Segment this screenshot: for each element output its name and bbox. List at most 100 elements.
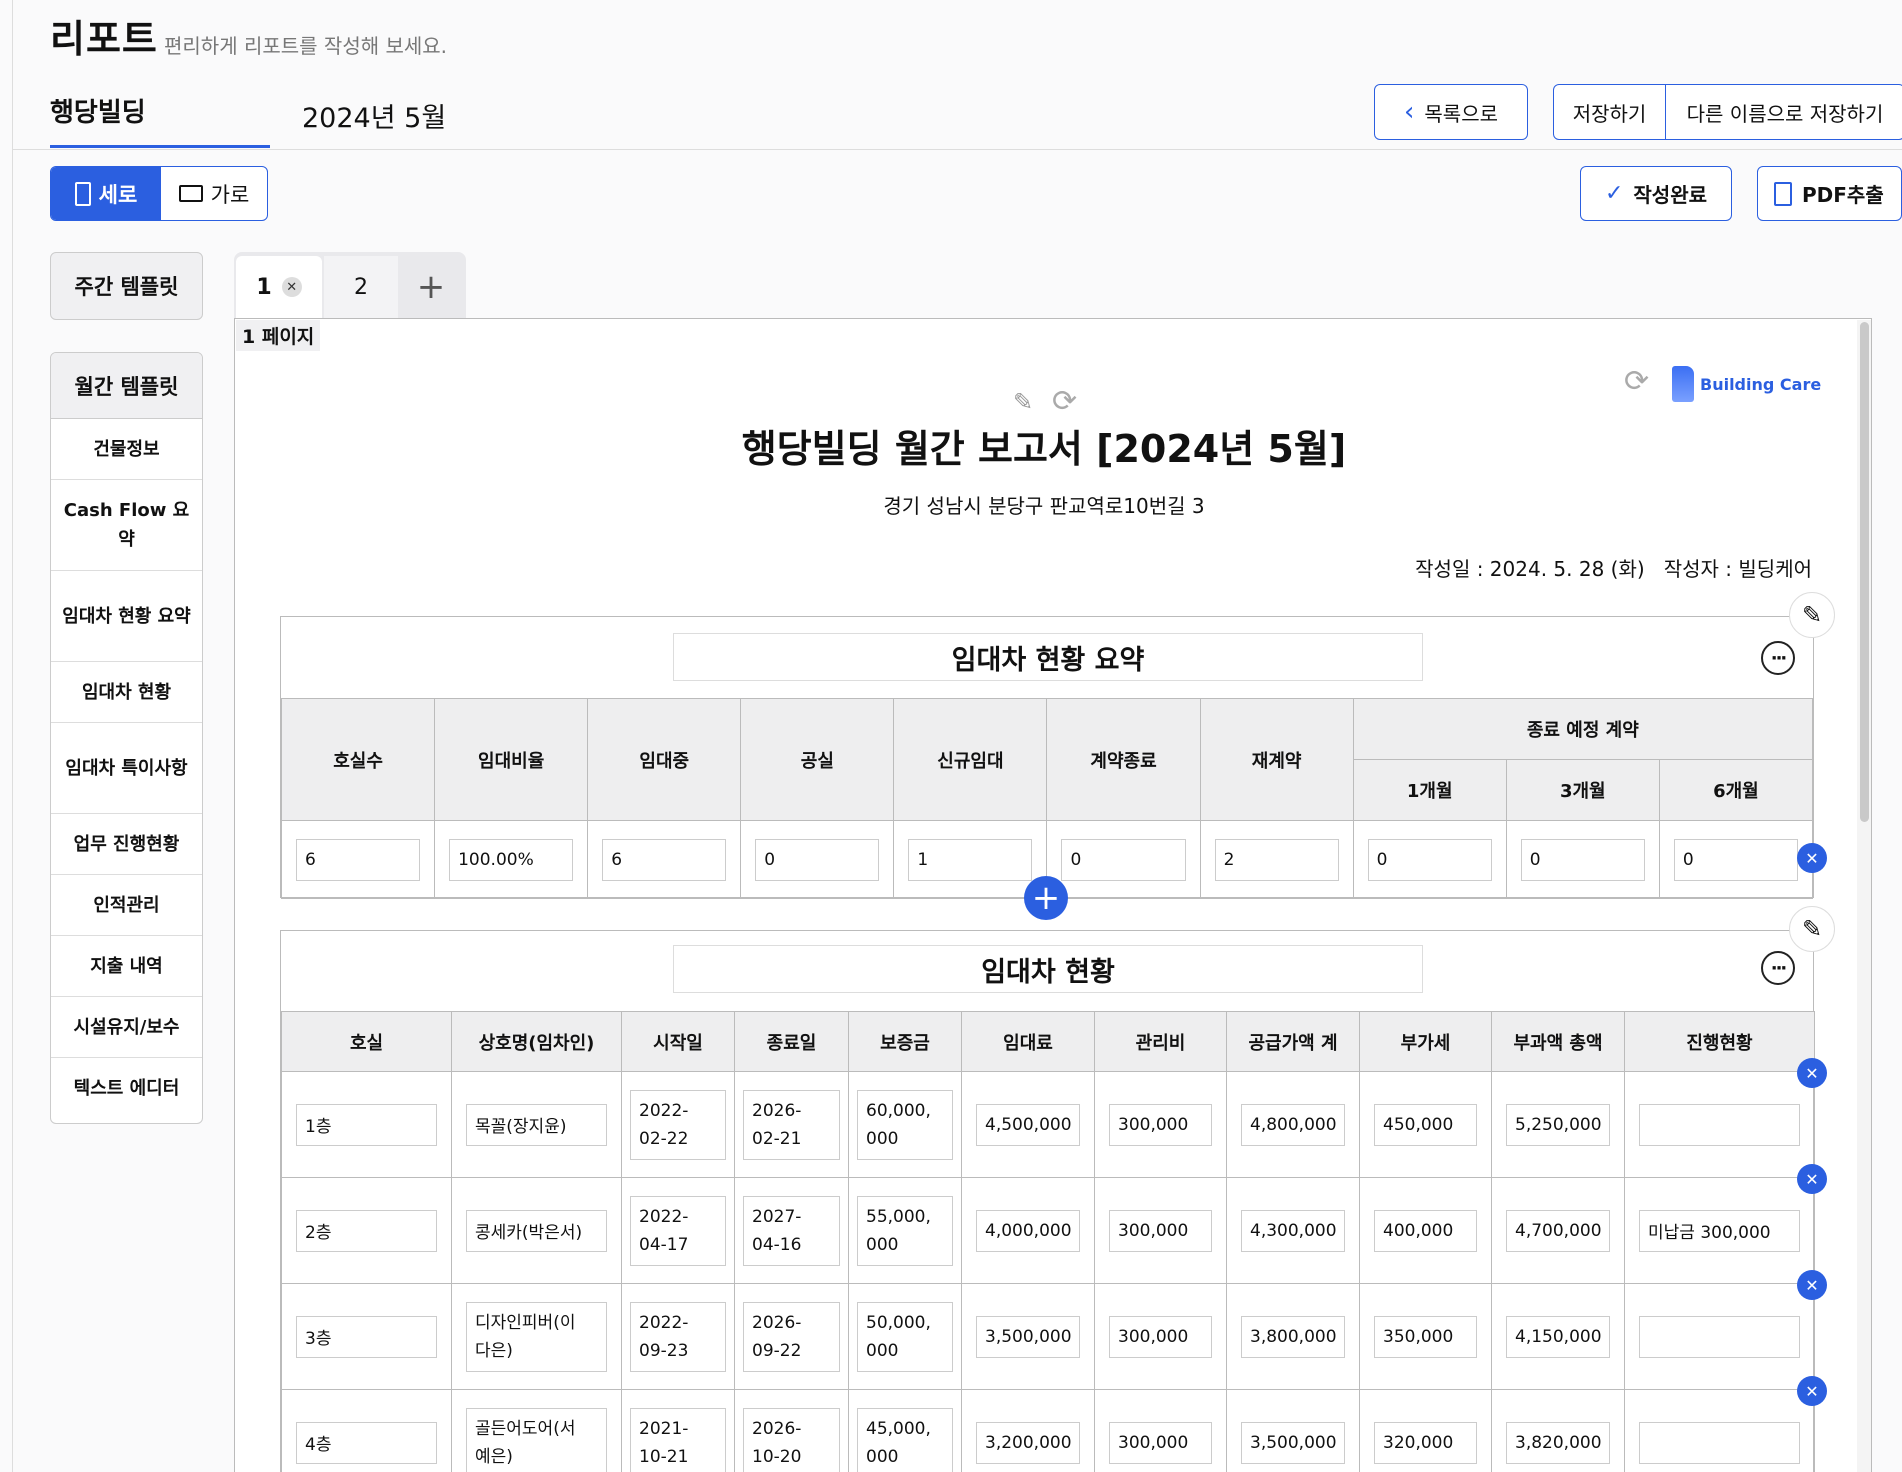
lease-cell-input[interactable]: 2021- 10-21 [630, 1407, 726, 1472]
save-button-group: 저장하기 다른 이름으로 저장하기 [1553, 84, 1902, 140]
remove-row-button[interactable]: ✕ [1797, 843, 1827, 873]
lease-cell-input[interactable]: 300,000 [1109, 1103, 1212, 1146]
lease-cell-input[interactable]: 400,000 [1374, 1209, 1477, 1252]
sidebar-item-work-progress[interactable]: 업무 진행현황 [51, 814, 202, 875]
pencil-icon[interactable]: ✎ [1013, 388, 1033, 416]
lease-cell-input[interactable]: 디자인피버(이 다은) [466, 1301, 607, 1372]
lease-cell-input[interactable]: 4,700,000 [1506, 1209, 1610, 1252]
building-name[interactable]: 행당빌딩 [50, 92, 146, 129]
pdf-export-button[interactable]: PDF추출 [1757, 166, 1902, 221]
lease-cell-input[interactable]: 2027- 04-16 [743, 1195, 840, 1266]
lease-cell-input[interactable]: 골든어도어(서 예은) [466, 1407, 607, 1472]
landscape-button[interactable]: 가로 [161, 167, 267, 220]
lease-cell-input[interactable]: 4,150,000 [1506, 1315, 1610, 1358]
remove-row-button[interactable]: ✕ [1797, 1270, 1827, 1300]
save-button[interactable]: 저장하기 [1554, 85, 1666, 139]
summary-cell-input[interactable]: 0 [755, 838, 880, 881]
sidebar-item-lease-notes[interactable]: 임대차 특이사항 [51, 723, 202, 814]
back-to-list-button[interactable]: ‹ 목록으로 [1374, 84, 1528, 140]
lease-cell-input[interactable]: 3,200,000 [976, 1421, 1080, 1464]
monthly-template-header[interactable]: 월간 템플릿 [51, 353, 202, 419]
lease-cell-input[interactable]: 3층 [296, 1315, 437, 1358]
lease-cell-input[interactable]: 목꼴(장지윤) [466, 1103, 607, 1146]
sidebar-item-maintenance[interactable]: 시설유지/보수 [51, 997, 202, 1058]
table-row: 4층 골든어도어(서 예은) 2021- 10-21 2026- 10-20 45,00… [281, 1389, 1815, 1472]
sidebar-item-lease-status[interactable]: 임대차 현황 [51, 662, 202, 723]
lease-cell-input[interactable]: 300,000 [1109, 1421, 1212, 1464]
lease-cell-input[interactable]: 3,500,000 [1241, 1421, 1345, 1464]
lease-cell-input[interactable] [1639, 1103, 1800, 1146]
lease-cell-input[interactable]: 350,000 [1374, 1315, 1477, 1358]
close-icon[interactable]: ✕ [281, 277, 302, 297]
sidebar-item-lease-summary[interactable]: 임대차 현황 요약 [51, 571, 202, 662]
summary-cell-input[interactable]: 1 [908, 838, 1033, 881]
lease-summary-title[interactable]: 임대차 현황 요약 [673, 633, 1423, 681]
lease-cell-input[interactable]: 3,820,000 [1506, 1421, 1610, 1464]
add-tab-button[interactable]: + [398, 256, 464, 318]
lease-cell-input[interactable]: 미납금 300,000 [1639, 1209, 1800, 1252]
remove-row-button[interactable]: ✕ [1797, 1058, 1827, 1088]
lease-cell-input[interactable]: 320,000 [1374, 1421, 1477, 1464]
complete-button[interactable]: ✓ 작성완료 [1580, 166, 1732, 221]
portrait-button[interactable]: 세로 [51, 167, 161, 220]
lease-cell-input[interactable]: 4,000,000 [976, 1209, 1080, 1252]
summary-cell-input[interactable]: 100.00% [449, 838, 574, 881]
lease-cell-input[interactable]: 1층 [296, 1103, 437, 1146]
remove-row-button[interactable]: ✕ [1797, 1164, 1827, 1194]
sidebar-item-expenses[interactable]: 지출 내역 [51, 936, 202, 997]
lease-cell-input[interactable] [1639, 1315, 1800, 1358]
lease-cell-input[interactable]: 2026- 09-22 [743, 1301, 840, 1372]
edit-section-button[interactable]: ✎ [1789, 906, 1835, 952]
summary-cell-input[interactable]: 6 [602, 838, 727, 881]
lease-status-title[interactable]: 임대차 현황 [673, 945, 1423, 993]
summary-cell-input[interactable]: 0 [1061, 838, 1186, 881]
remove-row-button[interactable]: ✕ [1797, 1376, 1827, 1406]
lease-cell-input[interactable]: 4층 [296, 1421, 437, 1464]
sidebar-item-personnel[interactable]: 인적관리 [51, 875, 202, 936]
summary-cell-input[interactable]: 6 [296, 838, 421, 881]
lease-cell-input[interactable]: 2022- 02-22 [630, 1089, 726, 1160]
lease-cell-input[interactable]: 2층 [296, 1209, 437, 1252]
summary-cell-input[interactable]: 2 [1214, 838, 1339, 881]
landscape-icon [178, 185, 203, 202]
weekly-template-button[interactable]: 주간 템플릿 [50, 252, 203, 320]
scrollbar-thumb[interactable] [1860, 322, 1869, 822]
lease-cell-input[interactable]: 2022- 09-23 [630, 1301, 726, 1372]
summary-cell-input[interactable]: 0 [1367, 838, 1492, 881]
lease-cell-input[interactable]: 60,000, 000 [857, 1089, 953, 1160]
lease-cell-input[interactable]: 4,500,000 [976, 1103, 1080, 1146]
lease-cell-input[interactable] [1639, 1421, 1800, 1464]
lease-cell-input[interactable]: 콩세카(박은서) [466, 1209, 607, 1252]
lease-cell-input[interactable]: 300,000 [1109, 1209, 1212, 1252]
chevron-left-icon: ‹ [1403, 97, 1415, 127]
tab-page-1[interactable]: 1 ✕ [236, 256, 322, 318]
back-label: 목록으로 [1424, 101, 1498, 126]
lease-cell-input[interactable]: 2026- 02-21 [743, 1089, 840, 1160]
lease-cell-input[interactable]: 4,800,000 [1241, 1103, 1345, 1146]
lease-cell-input[interactable]: 3,800,000 [1241, 1315, 1345, 1358]
refresh-icon[interactable]: ⟳ [1624, 364, 1649, 399]
save-as-button[interactable]: 다른 이름으로 저장하기 [1666, 85, 1902, 139]
more-icon[interactable]: ··· [1761, 641, 1795, 675]
lease-cell-input[interactable]: 4,300,000 [1241, 1209, 1345, 1252]
more-icon[interactable]: ··· [1761, 951, 1795, 985]
add-section-button[interactable]: + [1024, 876, 1068, 920]
summary-cell-input[interactable]: 0 [1520, 838, 1645, 881]
sidebar-item-building-info[interactable]: 건물정보 [51, 419, 202, 480]
summary-cell-input[interactable]: 0 [1673, 838, 1798, 881]
lease-cell-input[interactable]: 50,000, 000 [857, 1301, 953, 1372]
lease-cell-input[interactable]: 55,000, 000 [857, 1195, 953, 1266]
lease-cell-input[interactable]: 2022- 04-17 [630, 1195, 726, 1266]
lease-cell-input[interactable]: 45,000, 000 [857, 1407, 953, 1472]
lease-cell-input[interactable]: 2026- 10-20 [743, 1407, 840, 1472]
lease-cell-input[interactable]: 3,500,000 [976, 1315, 1080, 1358]
tab-page-2[interactable]: 2 [324, 256, 398, 318]
lease-cell-input[interactable]: 450,000 [1374, 1103, 1477, 1146]
edit-section-button[interactable]: ✎ [1789, 592, 1835, 638]
lease-cell-input[interactable]: 300,000 [1109, 1315, 1212, 1358]
lease-cell-input[interactable]: 5,250,000 [1506, 1103, 1610, 1146]
refresh-icon[interactable]: ⟳ [1052, 384, 1077, 419]
sidebar-item-text-editor[interactable]: 텍스트 에디터 [51, 1058, 202, 1119]
pencil-icon: ✎ [1801, 601, 1823, 629]
sidebar-item-cashflow[interactable]: Cash Flow 요약 [51, 480, 202, 571]
